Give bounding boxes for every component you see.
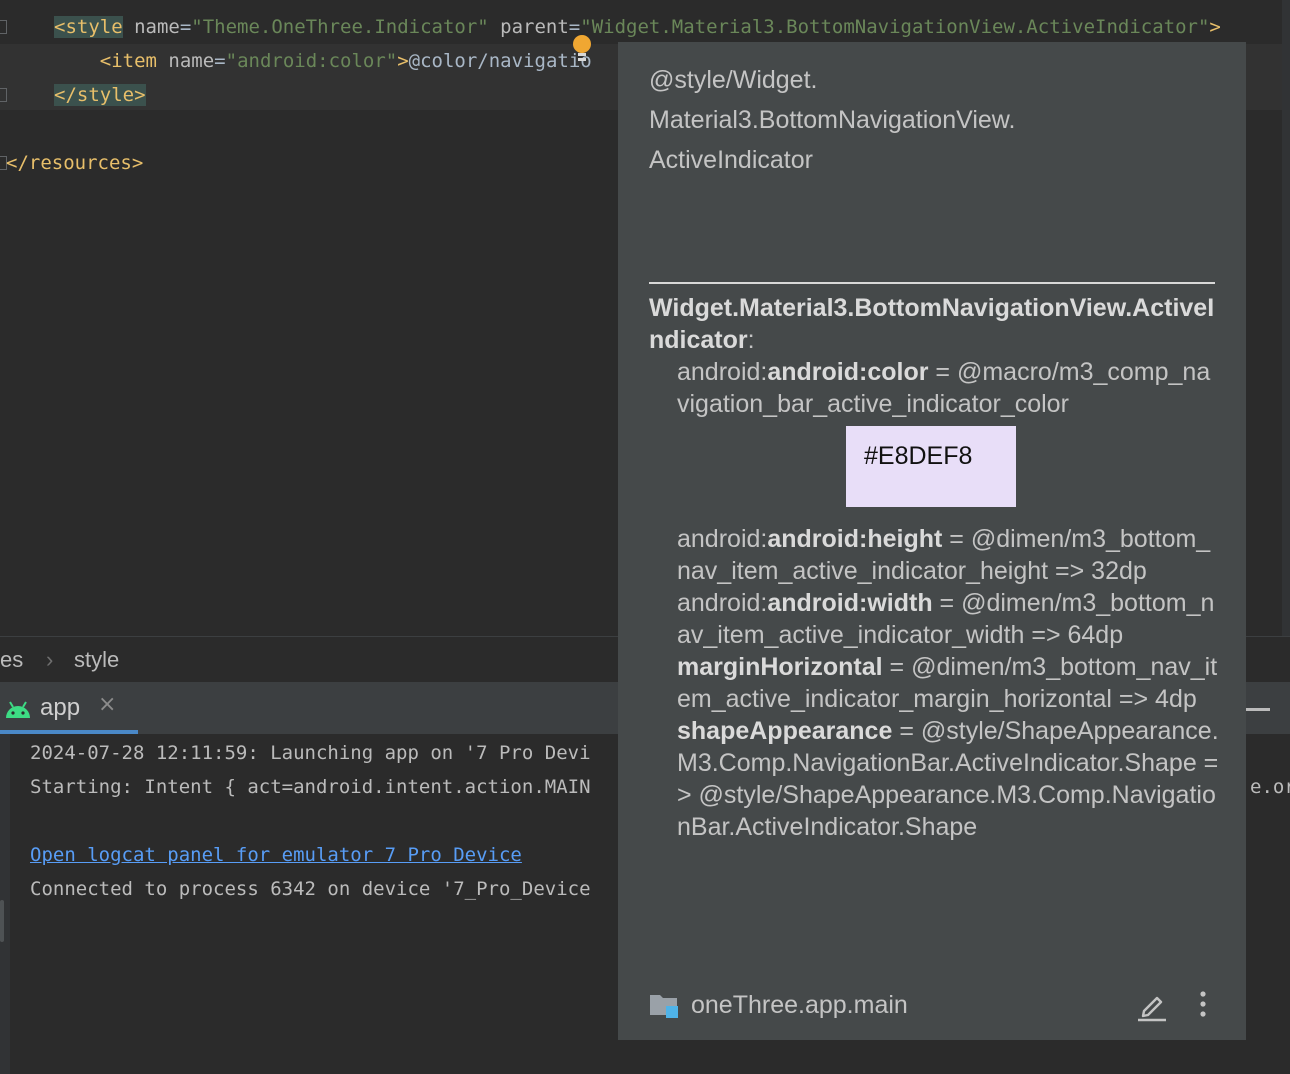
attr-android-width: android:android:width = @dimen/m3_bottom… bbox=[677, 589, 1215, 649]
tab-app[interactable]: app × bbox=[0, 682, 138, 734]
fold-marker[interactable] bbox=[0, 88, 7, 102]
documentation-popup[interactable]: @style/Widget. Material3.BottomNavigatio… bbox=[618, 42, 1246, 1040]
breadcrumb-separator: › bbox=[46, 647, 54, 672]
console-overflow-text: e.or bbox=[1250, 776, 1290, 798]
attr-android-color: android:android:color = @macro/m3_comp_n… bbox=[677, 358, 1211, 418]
tab-app-label: app bbox=[40, 694, 81, 721]
logcat-link[interactable]: Open logcat panel for emulator 7 Pro Dev… bbox=[30, 844, 522, 866]
breadcrumb-item-resources[interactable]: es bbox=[0, 647, 23, 673]
code-line-2[interactable]: <item name="android:color">@color/naviga… bbox=[54, 44, 592, 78]
code-line-4[interactable]: </resources> bbox=[6, 146, 143, 180]
close-icon[interactable]: × bbox=[98, 692, 116, 717]
minimize-icon[interactable] bbox=[1246, 708, 1270, 711]
more-vertical-icon[interactable] bbox=[1196, 990, 1210, 1020]
code-line-3[interactable]: </style> bbox=[54, 78, 146, 112]
resources-close-tag: </resources> bbox=[6, 152, 144, 174]
folder-module-icon bbox=[650, 995, 678, 1018]
fold-marker[interactable] bbox=[0, 20, 7, 34]
style-open-tag: <style bbox=[54, 16, 123, 38]
color-swatch: #E8DEF8 bbox=[846, 426, 1016, 507]
console-line: Connected to process 6342 on device '7_P… bbox=[30, 878, 591, 900]
popup-body: Widget.Material3.BottomNavigationView.Ac… bbox=[649, 292, 1221, 843]
popup-separator bbox=[649, 282, 1215, 284]
swatch-label: #E8DEF8 bbox=[864, 442, 973, 470]
style-close-tag: </style> bbox=[54, 84, 146, 106]
editor-vertical-scrollbar[interactable] bbox=[1282, 0, 1290, 636]
popup-footer: oneThree.app.main bbox=[649, 988, 1215, 1022]
code-line-1[interactable]: <style name="Theme.OneThree.Indicator" p… bbox=[54, 10, 1221, 44]
attr-android-height: android:android:height = @dimen/m3_botto… bbox=[677, 525, 1211, 585]
lightbulb-intention-icon[interactable] bbox=[570, 34, 594, 64]
pencil-icon[interactable] bbox=[1136, 990, 1168, 1022]
breadcrumb-item-style[interactable]: style bbox=[74, 647, 119, 673]
attr-shape-appearance: shapeAppearance = @style/ShapeAppearance… bbox=[677, 717, 1219, 841]
android-icon bbox=[6, 701, 30, 718]
style-title: Widget.Material3.BottomNavigationView.Ac… bbox=[649, 294, 1215, 354]
console-line: 2024-07-28 12:11:59: Launching app on '7… bbox=[30, 742, 591, 764]
attr-margin-horizontal: marginHorizontal = @dimen/m3_bottom_nav_… bbox=[677, 653, 1218, 713]
console-scroll-thumb[interactable] bbox=[0, 900, 4, 942]
console-line: Starting: Intent { act=android.intent.ac… bbox=[30, 776, 591, 798]
popup-header: @style/Widget. Material3.BottomNavigatio… bbox=[649, 66, 1016, 174]
module-name: oneThree.app.main bbox=[691, 991, 908, 1019]
